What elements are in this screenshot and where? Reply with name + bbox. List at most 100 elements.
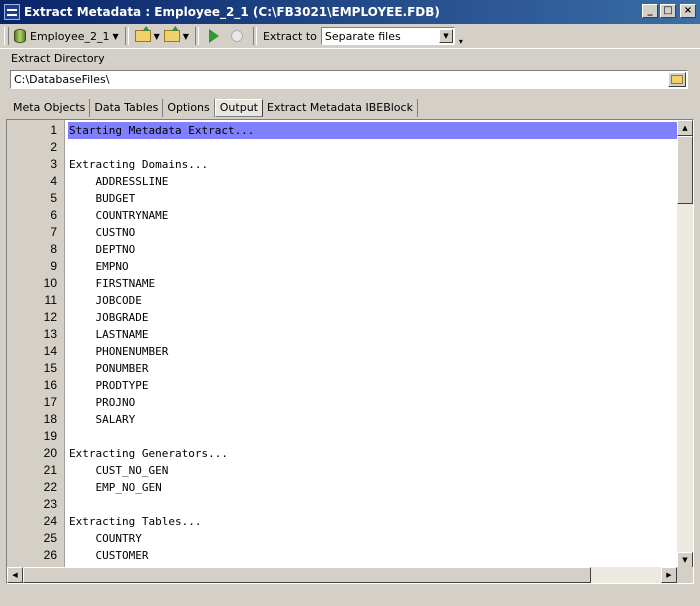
toolbar-overflow-icon[interactable]: ▾ <box>459 37 463 46</box>
line-text: EMP_NO_GEN <box>69 481 162 494</box>
output-line: 17 PROJNO <box>7 394 677 411</box>
title-bar[interactable]: Extract Metadata : Employee_2_1 (C:\FB30… <box>0 0 700 24</box>
line-text: JOBCODE <box>69 294 142 307</box>
vertical-scroll-thumb[interactable] <box>677 136 693 204</box>
extract-to-select[interactable]: Separate files ▼ <box>320 27 455 45</box>
database-label: Employee_2_1 <box>30 29 110 43</box>
output-line: 12 JOBGRADE <box>7 309 677 326</box>
line-number: 3 <box>50 157 57 171</box>
scrollbar-corner <box>677 567 693 583</box>
line-number: 18 <box>43 412 57 426</box>
toolbar-separator <box>252 27 257 45</box>
line-number: 26 <box>43 548 57 562</box>
line-text: CUSTNO <box>69 226 136 239</box>
toolbar: Employee_2_1 ▼ ▼ ▼ Extract to Separate f… <box>0 24 700 49</box>
chevron-down-icon: ▼ <box>153 31 160 41</box>
save-folder-icon <box>163 30 180 42</box>
line-text: PONUMBER <box>69 362 149 375</box>
toolbar-grip[interactable] <box>4 27 9 45</box>
output-line: 3 Extracting Domains... <box>7 156 677 173</box>
line-text: CUST_NO_GEN <box>69 464 169 477</box>
line-number: 24 <box>43 514 57 528</box>
open-folder-icon <box>671 75 683 84</box>
minimize-button[interactable]: _ <box>642 4 658 18</box>
output-line: 11 JOBCODE <box>7 292 677 309</box>
tab-meta-objects[interactable]: Meta Objects <box>9 99 91 117</box>
line-number: 14 <box>43 344 57 358</box>
close-button[interactable]: × <box>680 4 696 18</box>
output-line: 21 CUST_NO_GEN <box>7 462 677 479</box>
line-number: 8 <box>50 242 57 256</box>
line-number: 1 <box>50 123 57 137</box>
output-line: 4 ADDRESSLINE <box>7 173 677 190</box>
output-line: 1 Starting Metadata Extract... <box>7 122 677 139</box>
database-icon <box>14 29 26 43</box>
line-text: LASTNAME <box>69 328 149 341</box>
chevron-down-icon[interactable]: ▼ <box>438 29 453 43</box>
maximize-button[interactable]: □ <box>660 4 676 18</box>
output-lines: 1 Starting Metadata Extract... 2 3 Extractin… <box>7 122 677 581</box>
scroll-down-icon[interactable]: ▼ <box>677 552 693 568</box>
line-text: SALARY <box>69 413 136 426</box>
start-extract-button[interactable] <box>203 26 225 46</box>
tab-extract-metadata-ibeblock[interactable]: Extract Metadata IBEBlock <box>263 99 418 117</box>
extract-metadata-window: Extract Metadata : Employee_2_1 (C:\FB30… <box>0 0 700 606</box>
line-text: PRODTYPE <box>69 379 149 392</box>
extract-directory-label: Extract Directory <box>11 52 105 65</box>
line-text: COUNTRY <box>69 532 142 545</box>
scroll-right-icon[interactable]: ▶ <box>661 567 677 583</box>
line-number: 20 <box>43 446 57 460</box>
extract-directory-input[interactable]: C:\DatabaseFiles\ <box>10 70 688 89</box>
line-number: 19 <box>43 429 57 443</box>
line-text: ADDRESSLINE <box>69 175 169 188</box>
stop-button[interactable] <box>225 26 249 46</box>
chevron-down-icon: ▼ <box>182 31 189 41</box>
line-number: 6 <box>50 208 57 222</box>
output-line: 22 EMP_NO_GEN <box>7 479 677 496</box>
database-selector[interactable]: Employee_2_1 ▼ <box>12 26 121 46</box>
output-line: 18 SALARY <box>7 411 677 428</box>
horizontal-scroll-thumb[interactable] <box>23 567 591 583</box>
tab-options[interactable]: Options <box>163 99 215 117</box>
toolbar-separator <box>194 27 199 45</box>
output-line: 2 <box>7 139 677 156</box>
horizontal-scrollbar[interactable]: ◀ ▶ <box>7 567 677 583</box>
save-config-button[interactable]: ▼ <box>162 26 191 46</box>
line-text: Extracting Domains... <box>69 158 209 171</box>
output-line: 6 COUNTRYNAME <box>7 207 677 224</box>
output-line: 16 PRODTYPE <box>7 377 677 394</box>
line-number: 16 <box>43 378 57 392</box>
tab-data-tables[interactable]: Data Tables <box>90 99 164 117</box>
vertical-scrollbar[interactable]: ▲ ▼ <box>677 120 693 568</box>
window-title: Extract Metadata : Employee_2_1 (C:\FB30… <box>24 5 440 19</box>
line-number: 9 <box>50 259 57 273</box>
output-editor[interactable]: 1 Starting Metadata Extract... 2 3 Extractin… <box>6 119 694 584</box>
output-line: 24 Extracting Tables... <box>7 513 677 530</box>
extract-to-value: Separate files <box>324 29 401 43</box>
line-number: 7 <box>50 225 57 239</box>
line-text: PHONENUMBER <box>69 345 169 358</box>
line-text: BUDGET <box>69 192 136 205</box>
line-number: 5 <box>50 191 57 205</box>
line-number: 15 <box>43 361 57 375</box>
output-line: 7 CUSTNO <box>7 224 677 241</box>
line-number: 22 <box>43 480 57 494</box>
line-number: 11 <box>44 293 57 307</box>
browse-directory-button[interactable] <box>668 72 686 87</box>
line-number: 2 <box>50 140 57 154</box>
line-text: COUNTRYNAME <box>69 209 169 222</box>
scroll-left-icon[interactable]: ◀ <box>7 567 23 583</box>
output-line: 23 <box>7 496 677 513</box>
output-line: 10 FIRSTNAME <box>7 275 677 292</box>
line-text: Extracting Tables... <box>69 515 202 528</box>
tab-output[interactable]: Output <box>214 99 263 117</box>
scroll-up-icon[interactable]: ▲ <box>677 120 693 136</box>
line-text: EMPNO <box>69 260 129 273</box>
load-config-button[interactable]: ▼ <box>133 26 162 46</box>
window-controls: _ □ × <box>642 4 696 18</box>
line-text: Starting Metadata Extract... <box>68 122 677 139</box>
line-number: 25 <box>43 531 57 545</box>
output-line: 26 CUSTOMER <box>7 547 677 564</box>
output-line: 20 Extracting Generators... <box>7 445 677 462</box>
line-number: 17 <box>43 395 57 409</box>
